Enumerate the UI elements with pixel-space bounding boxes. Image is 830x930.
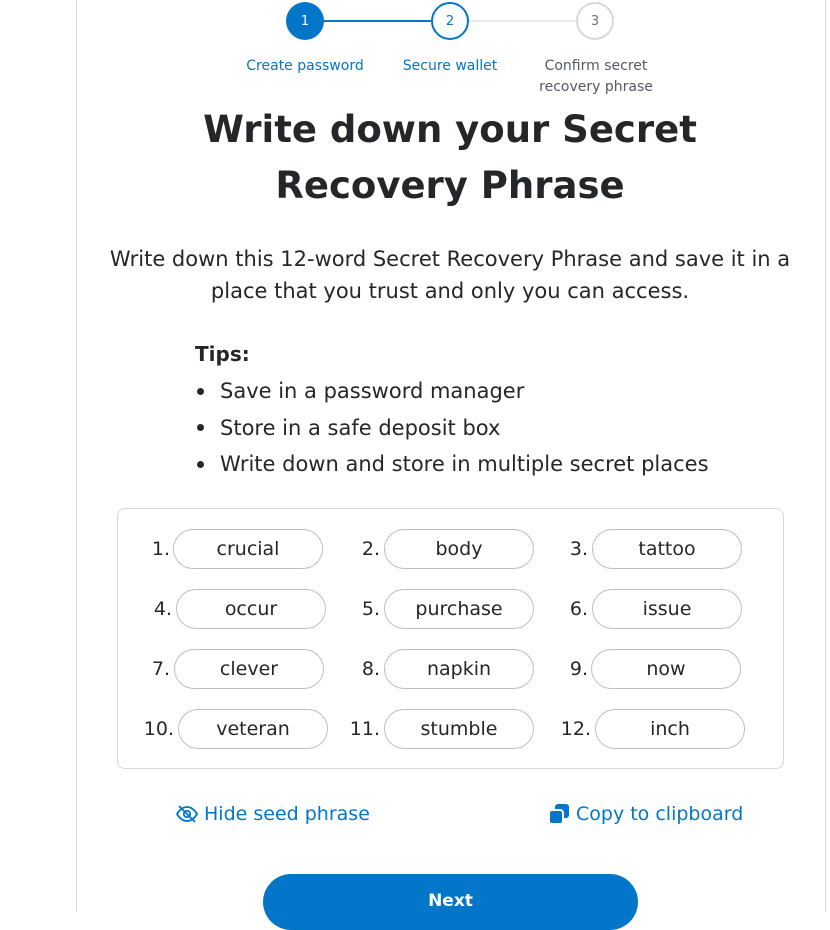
step-2-number: 2 — [445, 13, 455, 29]
tips-heading: Tips: — [195, 342, 250, 366]
word-chip: now — [591, 649, 741, 689]
word-number: 7. — [151, 658, 170, 680]
bullet-icon — [197, 460, 204, 468]
hide-seed-phrase-button[interactable]: Hide seed phrase — [176, 803, 370, 825]
word-number: 9. — [569, 658, 588, 680]
bullet-icon — [197, 424, 204, 432]
step-3-label: Confirm secret recovery phrase — [539, 58, 653, 95]
step-1-circle: 1 — [286, 2, 324, 40]
word-chip: inch — [595, 709, 745, 749]
frame-border-left — [76, 0, 77, 912]
tip-item: Save in a password manager — [197, 373, 709, 410]
word-chip: issue — [592, 589, 742, 629]
step-2-circle: 2 — [431, 2, 469, 40]
word-number: 12. — [560, 718, 591, 740]
tip-text: Store in a safe deposit box — [220, 415, 501, 440]
page-title: Write down your Secret Recovery Phrase — [175, 102, 725, 214]
step-connector-1 — [324, 20, 432, 22]
word-chip: occur — [176, 589, 326, 629]
next-button-label: Next — [428, 891, 473, 911]
eye-slash-icon — [176, 805, 198, 823]
word-chip: crucial — [173, 529, 323, 569]
word-number: 4. — [153, 598, 172, 620]
hide-seed-phrase-label: Hide seed phrase — [204, 803, 370, 825]
tip-item: Write down and store in multiple secret … — [197, 446, 709, 483]
step-2-label: Secure wallet — [402, 58, 498, 74]
copy-icon — [548, 804, 569, 825]
page-title-line-1: Write down your Secret — [203, 108, 697, 151]
page-description: Write down this 12-word Secret Recovery … — [109, 247, 791, 303]
page-title-line-2: Recovery Phrase — [275, 164, 625, 207]
step-3-number: 3 — [590, 13, 600, 29]
step-connector-2 — [468, 20, 576, 22]
word-chip: stumble — [384, 709, 534, 749]
tip-item: Store in a safe deposit box — [197, 410, 709, 447]
step-3-circle: 3 — [576, 2, 614, 40]
step-1-label: Create password — [246, 58, 364, 74]
word-number: 3. — [569, 538, 588, 560]
tip-text: Write down and store in multiple secret … — [220, 452, 709, 476]
word-chip: body — [384, 529, 534, 569]
word-number: 2. — [361, 538, 380, 560]
next-button[interactable]: Next — [263, 874, 638, 930]
word-number: 10. — [143, 718, 174, 740]
tips-list: Save in a password manager Store in a sa… — [197, 373, 709, 483]
word-number: 6. — [569, 598, 588, 620]
word-chip: clever — [174, 649, 324, 689]
word-number: 5. — [361, 598, 380, 620]
word-number: 1. — [151, 538, 170, 560]
word-chip: tattoo — [592, 529, 742, 569]
word-chip: purchase — [384, 589, 534, 629]
word-chip: napkin — [384, 649, 534, 689]
copy-to-clipboard-label: Copy to clipboard — [576, 803, 744, 825]
word-number: 8. — [361, 658, 380, 680]
word-chip: veteran — [178, 709, 328, 749]
bullet-icon — [197, 387, 204, 395]
word-number: 11. — [349, 718, 380, 740]
copy-to-clipboard-button[interactable]: Copy to clipboard — [548, 803, 743, 825]
tip-text: Save in a password manager — [220, 379, 525, 403]
frame-border-right — [825, 0, 826, 912]
step-1-number: 1 — [300, 13, 310, 29]
